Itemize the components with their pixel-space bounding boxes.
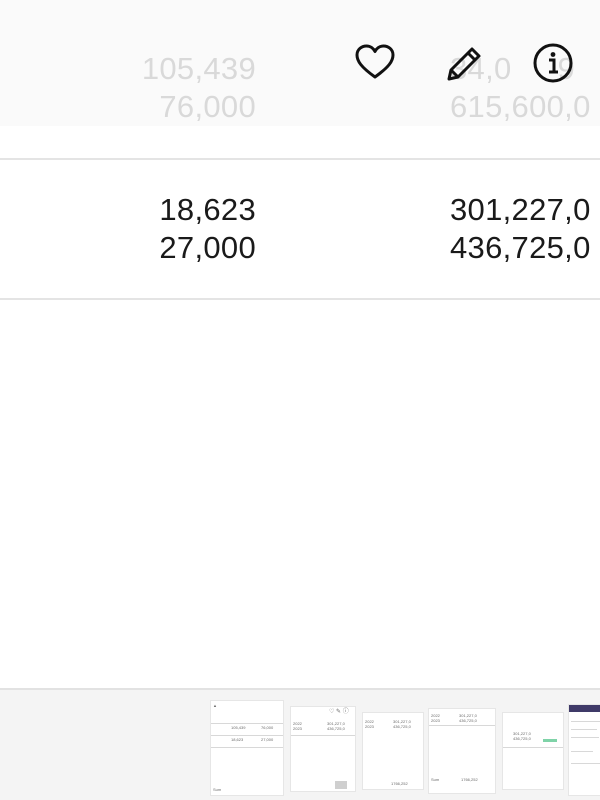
thumb-label: ▲ <box>213 703 217 708</box>
cell-total-1: 301,227,0 <box>450 192 591 227</box>
thumb-line <box>211 747 283 748</box>
thumb-text: 1766,252 <box>461 777 478 782</box>
thumb-block <box>335 781 347 789</box>
thumb-line <box>291 735 355 736</box>
favorite-button[interactable] <box>352 40 398 86</box>
cell-value-2: 76,000 <box>159 89 256 124</box>
thumb-text: 76,000 <box>261 725 274 730</box>
table-row-faded: 105,439 76,000 34,0 9 615,600,0 <box>0 0 600 126</box>
page-thumbnail-2[interactable]: ♡ ✎ ⓘ 2022 2023 301,227,0 436,725,0 <box>290 706 356 792</box>
cell-value-1: 105,439 <box>141 51 256 86</box>
cell-total-2: 615,600,0 <box>450 89 591 124</box>
thumb-text: 2023 <box>365 724 374 729</box>
thumb-line <box>571 763 600 764</box>
thumb-text: 27,000 <box>261 737 274 742</box>
heart-icon <box>355 44 395 79</box>
cell-value-2: 27,000 <box>159 230 256 265</box>
row-divider <box>0 158 600 160</box>
cell-value-1: 18,623 <box>159 192 256 227</box>
thumb-text: 436,725,0 <box>327 726 345 731</box>
thumb-text: Sum <box>213 787 222 792</box>
thumb-text: 1766,252 <box>391 781 408 786</box>
info-icon <box>533 43 573 83</box>
thumb-header-bar <box>569 705 600 712</box>
thumb-text: 2023 <box>431 718 440 723</box>
thumb-text: Sum <box>431 777 440 782</box>
page-thumbnail-6[interactable] <box>568 704 600 796</box>
row-divider <box>0 298 600 300</box>
thumb-text: 436,725,0 <box>513 736 531 741</box>
thumb-line <box>503 747 563 748</box>
page-thumbnail-4[interactable]: 2022 2023 301,227,0 436,725,0 Sum 1766,2… <box>428 708 496 794</box>
page-thumbnail-1[interactable]: ▲ 105,439 76,000 18,623 27,000 Sum <box>210 700 284 796</box>
screen: 105,439 76,000 34,0 9 615,600,0 18,623 2… <box>0 0 600 800</box>
thumb-text: 436,725,0 <box>393 724 411 729</box>
thumb-text: 18,623 <box>231 737 244 742</box>
page-thumbnail-3[interactable]: 2022 2023 301,227,0 436,725,0 1766,252 <box>362 712 424 790</box>
edit-button[interactable] <box>440 40 486 86</box>
cell-total-2: 436,725,0 <box>450 230 591 265</box>
thumb-text: 436,725,0 <box>459 718 477 723</box>
thumb-icons: ♡ ✎ ⓘ <box>329 709 349 715</box>
thumb-line <box>571 729 597 730</box>
pencil-icon <box>447 47 481 81</box>
info-button[interactable] <box>530 40 576 86</box>
thumb-text: 105,439 <box>231 725 246 730</box>
thumb-text: 2023 <box>293 726 302 731</box>
thumb-line <box>571 737 599 738</box>
thumb-line <box>571 721 600 722</box>
page-thumbnail-5[interactable]: 301,227,0 436,725,0 <box>502 712 564 790</box>
thumb-line <box>211 723 283 724</box>
thumb-line <box>571 751 593 752</box>
thumb-block <box>543 739 557 742</box>
thumb-line <box>211 735 283 736</box>
thumb-line <box>429 725 495 726</box>
